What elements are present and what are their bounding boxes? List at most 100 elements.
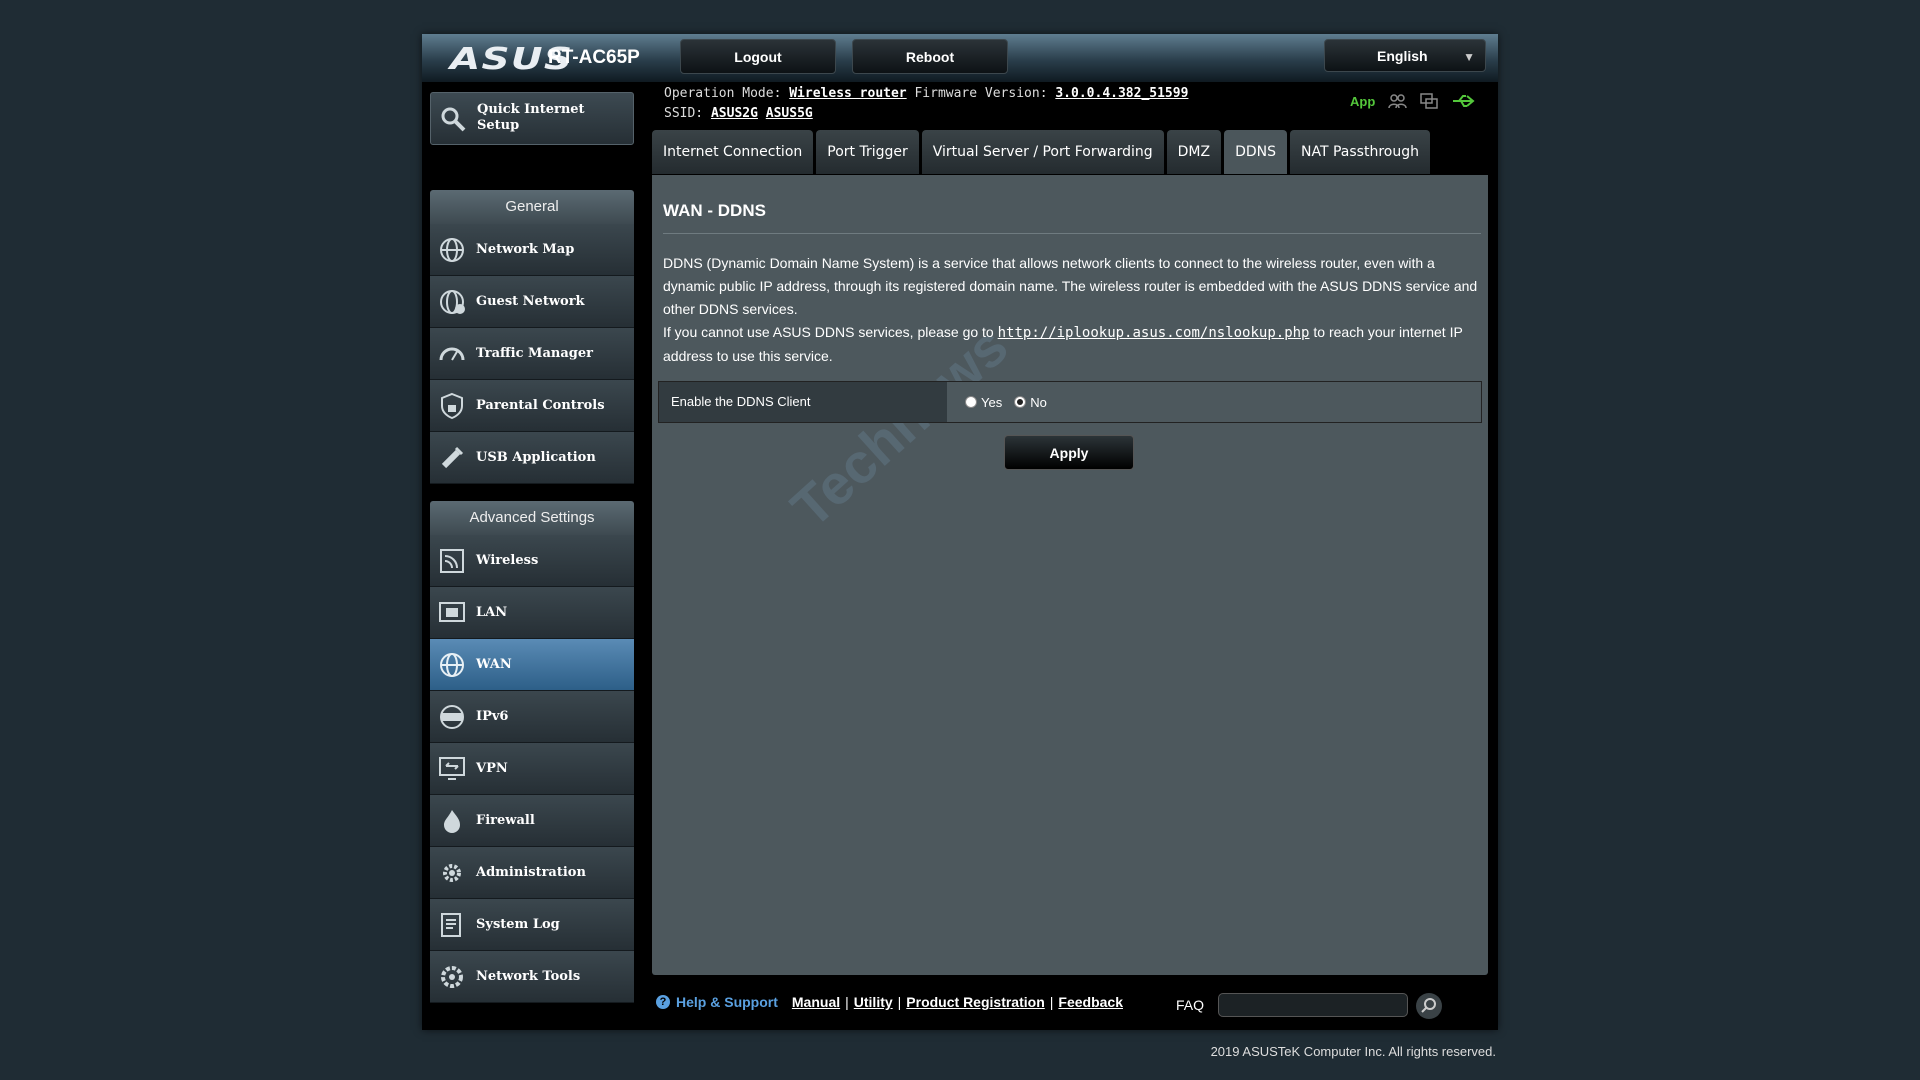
general-title: General [430, 190, 634, 224]
tools-gear-icon [441, 966, 463, 988]
description: DDNS (Dynamic Domain Name System) is a s… [663, 252, 1485, 368]
help-label: Help & Support [676, 994, 778, 1010]
windows-icon[interactable] [1419, 92, 1439, 110]
sidebar-item-vpn[interactable]: VPN [430, 743, 634, 795]
sidebar-item-network-map[interactable]: Network Map [430, 224, 634, 276]
faq-label: FAQ [1176, 997, 1205, 1013]
ssid-label: SSID: [664, 106, 704, 121]
page-title: WAN - DDNS [663, 201, 766, 220]
reboot-button[interactable]: Reboot [852, 39, 1008, 74]
tab-nat-passthrough[interactable]: NAT Passthrough [1290, 130, 1430, 174]
usb-icon [441, 446, 464, 469]
no-label: No [1030, 394, 1047, 410]
guest-globe-icon [440, 290, 465, 314]
tab-dmz[interactable]: DMZ [1166, 130, 1222, 174]
logout-button[interactable]: Logout [680, 39, 836, 74]
sidebar-item-label: Parental Controls [476, 398, 605, 413]
flame-icon [444, 810, 460, 833]
enable-ddns-row: Enable the DDNS Client Yes No [658, 381, 1482, 423]
advanced-title: Advanced Settings [430, 501, 634, 535]
tab-internet-connection[interactable]: Internet Connection [652, 130, 814, 174]
separator: | [897, 994, 902, 1010]
language-select[interactable]: English ▼ [1324, 39, 1486, 72]
help-support-link[interactable]: ? Help & Support [656, 994, 778, 1010]
operation-mode-link[interactable]: Wireless router [789, 86, 906, 101]
wifi-icon [440, 549, 464, 573]
gauge-icon [439, 347, 465, 361]
apply-button[interactable]: Apply [1004, 435, 1134, 470]
app-link[interactable]: App [1350, 94, 1375, 109]
sidebar-item-label: Network Tools [476, 969, 581, 984]
tab-bar: Internet Connection Port Trigger Virtual… [652, 130, 1430, 174]
footer-links: ? Help & Support Manual | Utility | Produ… [656, 988, 1123, 1016]
quick-internet-setup-button[interactable]: Quick Internet Setup [430, 92, 634, 145]
manual-link[interactable]: Manual [792, 994, 840, 1010]
tab-virtual-server[interactable]: Virtual Server / Port Forwarding [921, 130, 1164, 174]
sidebar-item-label: Wireless [476, 553, 539, 568]
iplookup-link[interactable]: http://iplookup.asus.com/nslookup.php [998, 325, 1310, 341]
sidebar-item-label: Traffic Manager [476, 346, 593, 361]
admin-gear-icon [443, 864, 461, 882]
faq-search-input[interactable] [1218, 993, 1408, 1017]
sidebar-item-wireless[interactable]: Wireless [430, 535, 634, 587]
sidebar-item-label: Administration [476, 865, 586, 880]
top-bar: ASUS RT-AC65P Logout Reboot English ▼ [422, 34, 1498, 82]
advanced-group: Advanced Settings Wireless LAN WAN IPv6 … [430, 501, 634, 1003]
product-registration-link[interactable]: Product Registration [906, 994, 1044, 1010]
yes-label: Yes [981, 394, 1003, 410]
separator: | [1049, 994, 1054, 1010]
sidebar-item-label: Guest Network [476, 294, 585, 309]
sidebar-item-network-tools[interactable]: Network Tools [430, 951, 634, 1003]
shield-lock-icon [441, 392, 463, 420]
feedback-link[interactable]: Feedback [1058, 994, 1123, 1010]
sidebar-item-ipv6[interactable]: IPv6 [430, 691, 634, 743]
sidebar-item-label: VPN [476, 761, 508, 776]
ssid-5g-link[interactable]: ASUS5G [766, 106, 813, 121]
search-button[interactable] [1416, 993, 1442, 1019]
description-text: If you cannot use ASUS DDNS services, pl… [663, 324, 998, 340]
ddns-no-radio[interactable] [1014, 396, 1027, 408]
description-paragraph: DDNS (Dynamic Domain Name System) is a s… [663, 255, 1478, 317]
log-document-icon [441, 913, 461, 937]
sidebar-item-administration[interactable]: Administration [430, 847, 634, 899]
sidebar-item-lan[interactable]: LAN [430, 587, 634, 639]
sidebar-item-system-log[interactable]: System Log [430, 899, 634, 951]
enable-ddns-options: Yes No [947, 382, 1481, 422]
sidebar-item-guest-network[interactable]: Guest Network [430, 276, 634, 328]
sidebar-item-label: USB Application [476, 450, 596, 465]
router-admin-frame: ASUS RT-AC65P Logout Reboot English ▼ Qu… [422, 34, 1498, 1030]
sidebar-item-wan[interactable]: WAN [430, 639, 634, 691]
sidebar-item-usb-application[interactable]: USB Application [430, 432, 634, 484]
sidebar-item-label: System Log [476, 917, 560, 932]
copyright: 2019 ASUSTeK Computer Inc. All rights re… [1210, 1044, 1496, 1059]
sidebar-item-parental-controls[interactable]: Parental Controls [430, 380, 634, 432]
clients-icon[interactable] [1387, 92, 1408, 110]
sidebar-item-label: Firewall [476, 813, 535, 828]
operation-mode-label: Operation Mode: [664, 86, 782, 101]
model-name: RT-AC65P [548, 47, 640, 68]
usb-status-icon[interactable] [1451, 92, 1477, 110]
language-value: English [1377, 47, 1428, 64]
sidebar-item-label: LAN [476, 605, 508, 620]
description-line-2: If you cannot use ASUS DDNS services, pl… [663, 321, 1485, 368]
ddns-yes-radio[interactable] [965, 396, 977, 408]
tab-port-trigger[interactable]: Port Trigger [816, 130, 919, 174]
utility-link[interactable]: Utility [854, 994, 893, 1010]
sidebar-item-label: WAN [476, 657, 512, 672]
general-group: General Network Map Guest Network Traffi… [430, 190, 634, 484]
sidebar-item-firewall[interactable]: Firewall [430, 795, 634, 847]
sidebar-item-label: IPv6 [476, 709, 509, 724]
quick-setup-label: Quick Internet Setup [477, 102, 585, 133]
status-icons: App [1350, 92, 1477, 110]
tab-ddns[interactable]: DDNS [1224, 130, 1288, 174]
ssid-2g-link[interactable]: ASUS2G [711, 106, 758, 121]
globe-icon [440, 238, 464, 262]
main-panel: Technews WAN - DDNS DDNS (Dynamic Domain… [652, 175, 1488, 975]
sidebar-item-label: Network Map [476, 242, 575, 257]
chevron-down-icon: ▼ [1463, 50, 1475, 64]
sidebar-item-traffic-manager[interactable]: Traffic Manager [430, 328, 634, 380]
lan-port-icon [439, 602, 465, 622]
firmware-label: Firmware Version: [914, 86, 1048, 101]
help-icon: ? [656, 995, 670, 1009]
firmware-link[interactable]: 3.0.0.4.382_51599 [1055, 86, 1188, 101]
